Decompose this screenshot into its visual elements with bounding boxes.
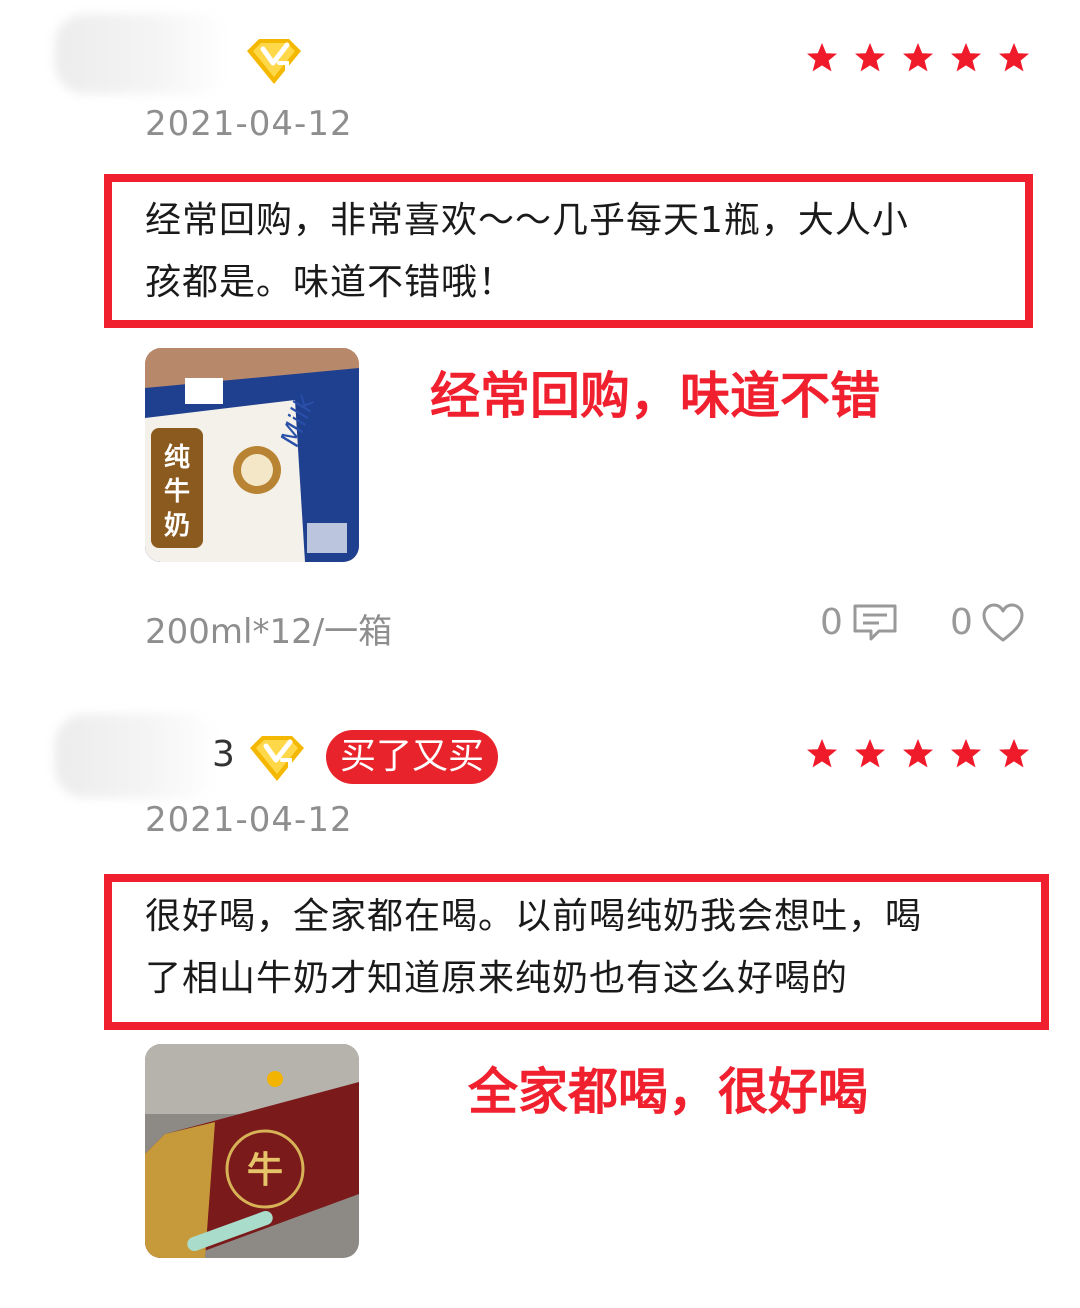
review-text-line: 很好喝，全家都在喝。以前喝纯奶我会想吐，喝 xyxy=(145,896,923,937)
review-photo[interactable]: 纯 牛 奶 Milk xyxy=(145,348,359,562)
star-icon xyxy=(999,739,1029,768)
comment-button[interactable]: 0 xyxy=(820,602,899,643)
star-icon xyxy=(807,739,837,768)
star-icon xyxy=(903,43,933,72)
star-icon xyxy=(807,43,837,72)
vip-diamond-icon xyxy=(250,736,304,781)
star-icon xyxy=(951,739,981,768)
review-text-line: 了相山牛奶才知道原来纯奶也有这么好喝的 xyxy=(145,958,849,999)
heart-icon xyxy=(982,603,1024,641)
photo-label-top: 纯 xyxy=(164,442,190,473)
star-icon xyxy=(903,739,933,768)
star-icon xyxy=(951,43,981,72)
username-blurred xyxy=(55,714,220,798)
review-list: 2021-04-12 经常回购，非常喜欢～～几乎每天1瓶，大人小 孩都是。味道不… xyxy=(0,0,1080,1308)
comment-icon xyxy=(853,604,897,640)
review-text: 很好喝，全家都在喝。以前喝纯奶我会想吐，喝 了相山牛奶才知道原来纯奶也有这么好喝… xyxy=(145,886,1035,1010)
review-text-line: 孩都是。味道不错哦！ xyxy=(145,262,516,303)
star-icon xyxy=(999,43,1029,72)
username-tail: 3 xyxy=(212,734,235,775)
comment-count: 0 xyxy=(820,602,843,643)
vip-diamond-icon xyxy=(247,39,301,84)
svg-text:奶: 奶 xyxy=(164,510,190,541)
review-text-line: 经常回购，非常喜欢～～几乎每天1瓶，大人小 xyxy=(145,200,909,241)
review-date: 2021-04-12 xyxy=(145,104,353,144)
review-annotation: 全家都喝，很好喝 xyxy=(468,1063,868,1121)
photo-label: 牛 xyxy=(247,1150,283,1191)
like-count: 0 xyxy=(950,602,973,643)
review-item: 2021-04-12 经常回购，非常喜欢～～几乎每天1瓶，大人小 孩都是。味道不… xyxy=(0,0,1080,680)
review-text: 经常回购，非常喜欢～～几乎每天1瓶，大人小 孩都是。味道不错哦！ xyxy=(145,190,1015,314)
rating-stars xyxy=(806,738,1030,770)
product-spec: 200ml*12/一箱 xyxy=(145,612,393,652)
username-blurred xyxy=(55,14,230,94)
star-icon xyxy=(855,43,885,72)
review-item: 3 买了又买 2021-04-12 很好喝，全家都在喝。以前喝纯奶我会想吐，喝 … xyxy=(0,700,1080,1308)
star-icon xyxy=(855,739,885,768)
rating-stars xyxy=(806,42,1030,74)
review-date: 2021-04-12 xyxy=(145,800,353,840)
repurchase-badge: 买了又买 xyxy=(326,730,499,784)
review-annotation: 经常回购，味道不错 xyxy=(430,367,880,425)
svg-text:牛: 牛 xyxy=(164,477,190,507)
like-button[interactable]: 0 xyxy=(950,602,1025,643)
review-photo[interactable]: 牛 xyxy=(145,1044,359,1258)
